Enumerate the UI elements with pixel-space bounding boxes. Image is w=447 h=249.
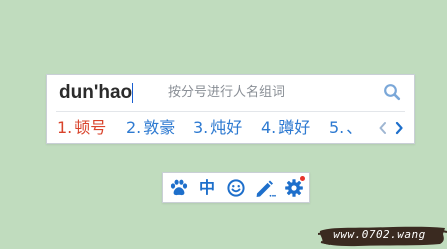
candidate-1[interactable]: 1. 顿号	[57, 117, 106, 139]
chevron-left-icon	[379, 122, 386, 134]
next-page-button[interactable]	[392, 119, 406, 137]
candidate-1-text: 顿号	[74, 118, 107, 137]
candidate-2-number: 2.	[126, 118, 142, 137]
emoji-button[interactable]	[225, 177, 247, 199]
watermark: www.0702.wang	[318, 222, 447, 249]
settings-button[interactable]	[283, 176, 305, 199]
candidate-5-number: 5.	[329, 118, 345, 137]
watermark-text: www.0702.wang	[333, 228, 426, 241]
ime-candidate-window: dun'hao 按分号进行人名组词 1. 顿号 2. 敦豪 3. 炖好 4. 蹲好 5.…	[46, 74, 415, 144]
chinese-mode-label: 中	[198, 178, 215, 197]
hint-text: 按分号进行人名组词	[168, 85, 286, 100]
candidate-2-text: 敦豪	[143, 118, 176, 137]
composition-row: dun'hao 按分号进行人名组词	[47, 75, 414, 111]
candidate-5[interactable]: 5.、	[329, 117, 362, 139]
search-icon	[384, 84, 401, 101]
ime-toolbar: 中	[162, 172, 310, 203]
previous-page-button[interactable]	[376, 119, 390, 137]
text-caret	[132, 83, 133, 103]
handwriting-button[interactable]	[254, 177, 276, 199]
gear-icon	[285, 179, 303, 197]
candidate-2[interactable]: 2. 敦豪	[126, 117, 175, 139]
input-mode-toggle[interactable]: 中	[196, 177, 218, 199]
candidate-3-number: 3.	[193, 118, 209, 137]
paw-button[interactable]	[168, 177, 190, 199]
chevron-right-icon	[395, 121, 403, 135]
divider	[56, 111, 405, 112]
candidate-4[interactable]: 4. 蹲好	[261, 117, 310, 139]
candidate-4-number: 4.	[261, 118, 277, 137]
candidate-3-text: 炖好	[210, 118, 243, 137]
candidate-3[interactable]: 3. 炖好	[193, 117, 242, 139]
candidate-4-text: 蹲好	[278, 118, 311, 137]
notification-dot	[300, 176, 305, 181]
pen-icon	[256, 180, 276, 197]
composition-text[interactable]: dun'hao	[59, 81, 132, 105]
paw-icon	[170, 179, 188, 196]
candidate-1-number: 1.	[57, 118, 73, 137]
candidate-list: 1. 顿号 2. 敦豪 3. 炖好 4. 蹲好 5.、	[47, 113, 414, 143]
smiley-icon	[227, 179, 245, 197]
candidate-5-text: 、	[346, 118, 363, 137]
search-button[interactable]	[381, 81, 403, 103]
